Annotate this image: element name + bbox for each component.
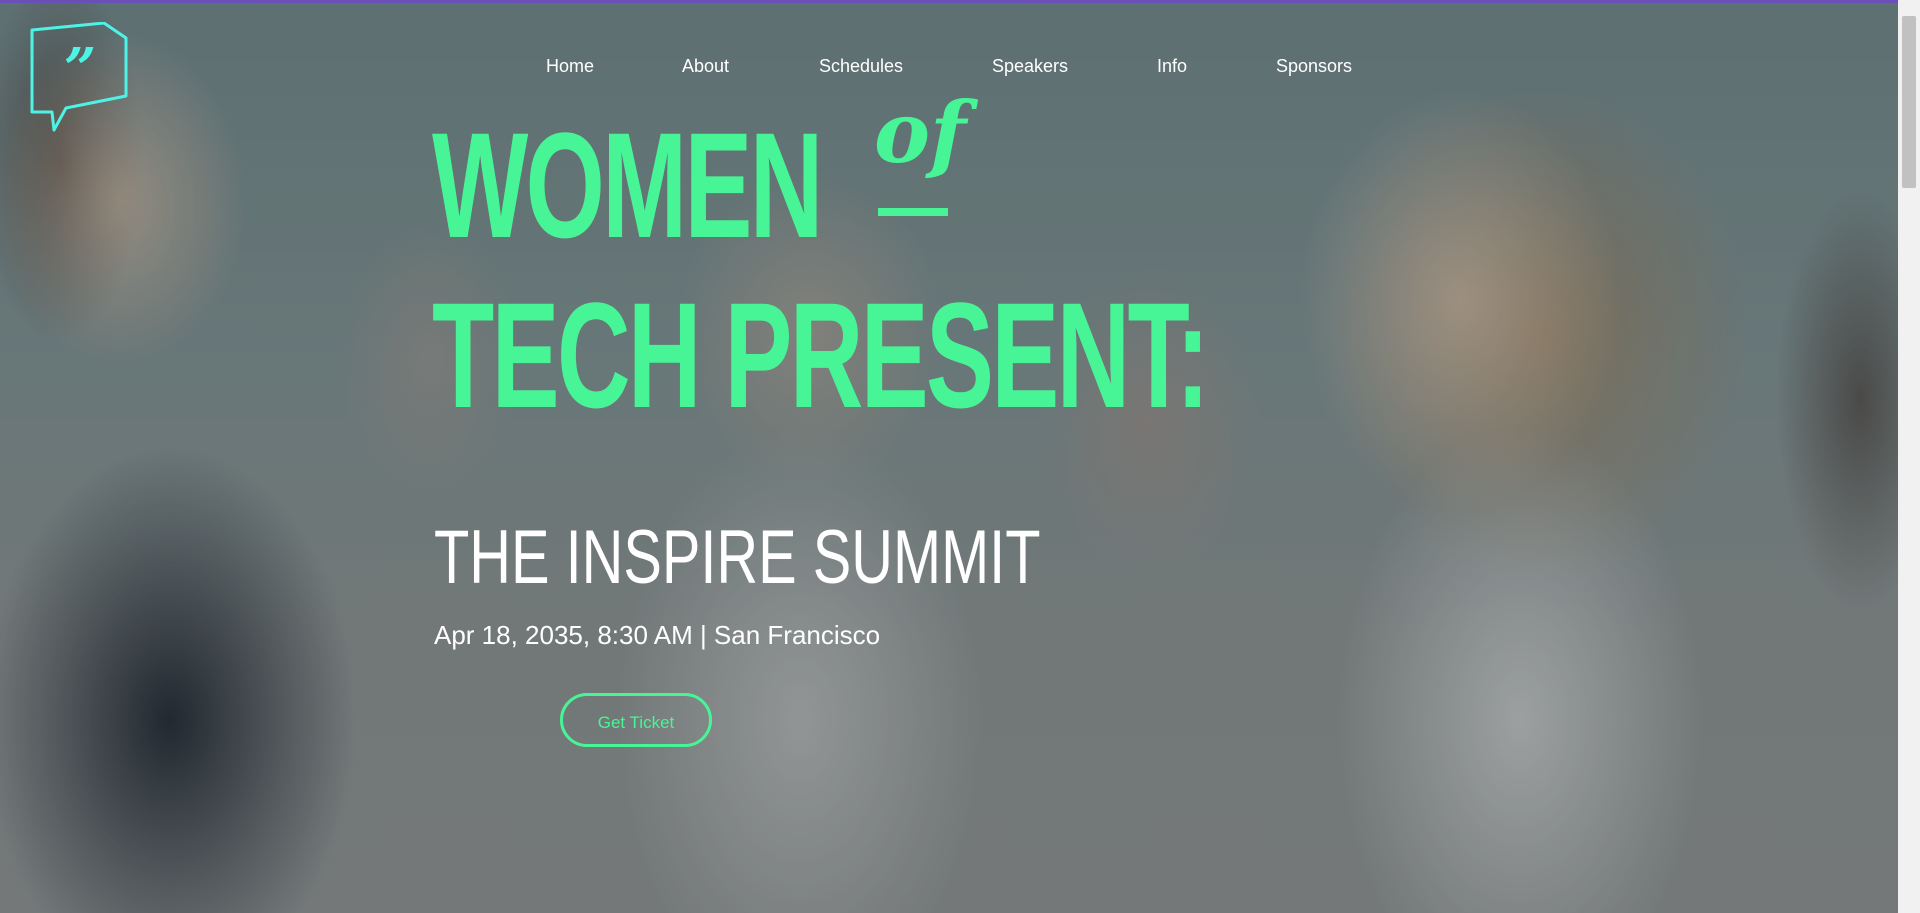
top-accent-bar [0, 0, 1920, 3]
headline-word-of: of [874, 83, 967, 182]
headline-tech-present: TECH PRESENT: [432, 271, 1210, 439]
nav-item-home[interactable]: Home [546, 52, 594, 80]
nav-item-schedules[interactable]: Schedules [819, 52, 903, 80]
scrollbar-thumb[interactable] [1902, 16, 1916, 188]
headline-of-underline [878, 208, 948, 216]
nav-item-info[interactable]: Info [1157, 52, 1187, 80]
event-date-location: Apr 18, 2035, 8:30 AM | San Francisco [434, 620, 881, 650]
page-scrollbar[interactable] [1898, 0, 1920, 913]
page: ” Home About Schedules Speakers Info Spo… [0, 0, 1920, 913]
nav-item-speakers[interactable]: Speakers [992, 52, 1068, 80]
main-nav: Home About Schedules Speakers Info Spons… [0, 52, 1898, 80]
headline-word-women: WOMEN [432, 101, 823, 269]
get-ticket-button[interactable]: Get Ticket [560, 693, 712, 747]
nav-item-sponsors[interactable]: Sponsors [1276, 52, 1352, 80]
event-subtitle: THE INSPIRE SUMMIT [434, 515, 1041, 600]
nav-item-about[interactable]: About [682, 52, 729, 80]
